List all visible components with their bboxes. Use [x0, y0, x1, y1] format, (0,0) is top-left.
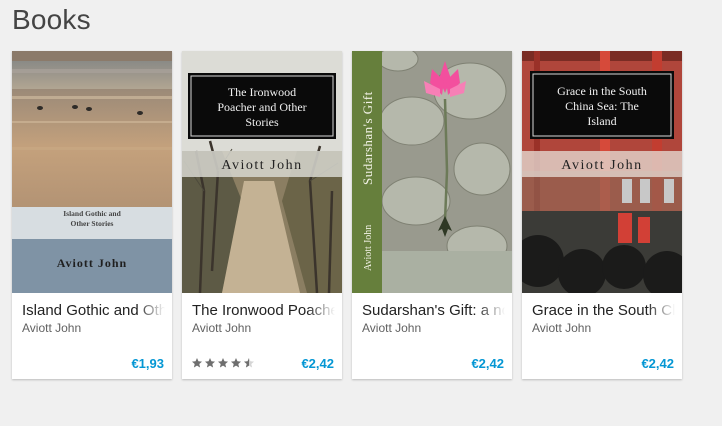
- cover-title-line: Grace in the South: [557, 84, 647, 98]
- cover-author-text: Aviott John: [561, 158, 642, 173]
- cover-title-line: Other Stories: [71, 219, 114, 228]
- book-price[interactable]: €2,42: [471, 356, 504, 371]
- cover-author-text: Aviott John: [363, 225, 374, 271]
- book-author[interactable]: Aviott John: [22, 321, 162, 335]
- book-price[interactable]: €2,42: [641, 356, 674, 371]
- cover-title-line: Stories: [245, 115, 279, 129]
- book-cover[interactable]: The Ironwood Poacher and Other Stories Avi…: [182, 51, 342, 293]
- book-title[interactable]: Sudarshan's Gift: a novel: [362, 302, 505, 320]
- book-cover[interactable]: Grace in the South China Sea: The Island A…: [522, 51, 682, 293]
- cover-title-line: Poacher and Other: [217, 100, 306, 114]
- book-author[interactable]: Aviott John: [532, 321, 672, 335]
- book-card-grace-south-china-sea[interactable]: Grace in the South China Sea: The Island A…: [522, 51, 682, 379]
- book-price[interactable]: €2,42: [301, 356, 334, 371]
- book-author[interactable]: Aviott John: [192, 321, 332, 335]
- cover-title-line: Island Gothic and: [63, 209, 121, 218]
- book-price[interactable]: €1,93: [131, 356, 164, 371]
- star-icon: [192, 358, 202, 368]
- book-author[interactable]: Aviott John: [362, 321, 502, 335]
- book-title[interactable]: Grace in the South China Sea: The Island: [532, 302, 675, 320]
- star-icon: [231, 358, 241, 368]
- cover-title-text: Sudarshan's Gift: [360, 91, 375, 185]
- star-rating: [191, 357, 255, 369]
- cover-title-line: Island: [587, 114, 616, 128]
- section-title: Books: [12, 4, 91, 35]
- book-cover[interactable]: Sudarshan's Gift Aviott John: [352, 51, 512, 293]
- book-title[interactable]: The Ironwood Poacher and Other Stories: [192, 302, 335, 320]
- star-icon: [218, 358, 228, 368]
- book-card-sudarshans-gift[interactable]: Sudarshan's Gift Aviott John Sudarshan's…: [352, 51, 512, 379]
- book-card-island-gothic[interactable]: Island Gothic and Other Stories Aviott Jo…: [12, 51, 172, 379]
- cover-title-line: China Sea: The: [565, 99, 639, 113]
- cover-title-text: Island Gothic and Other Stories: [63, 209, 121, 228]
- cover-title-line: The Ironwood: [228, 85, 296, 99]
- cover-author-text: Aviott John: [57, 256, 127, 270]
- star-icon: [205, 358, 215, 368]
- book-cover[interactable]: Island Gothic and Other Stories Aviott Jo…: [12, 51, 172, 293]
- cover-author-text: Aviott John: [221, 158, 302, 173]
- book-title[interactable]: Island Gothic and Other Stories: [22, 302, 165, 320]
- half-star-icon: [244, 358, 254, 368]
- book-card-ironwood-poacher[interactable]: The Ironwood Poacher and Other Stories Avi…: [182, 51, 342, 379]
